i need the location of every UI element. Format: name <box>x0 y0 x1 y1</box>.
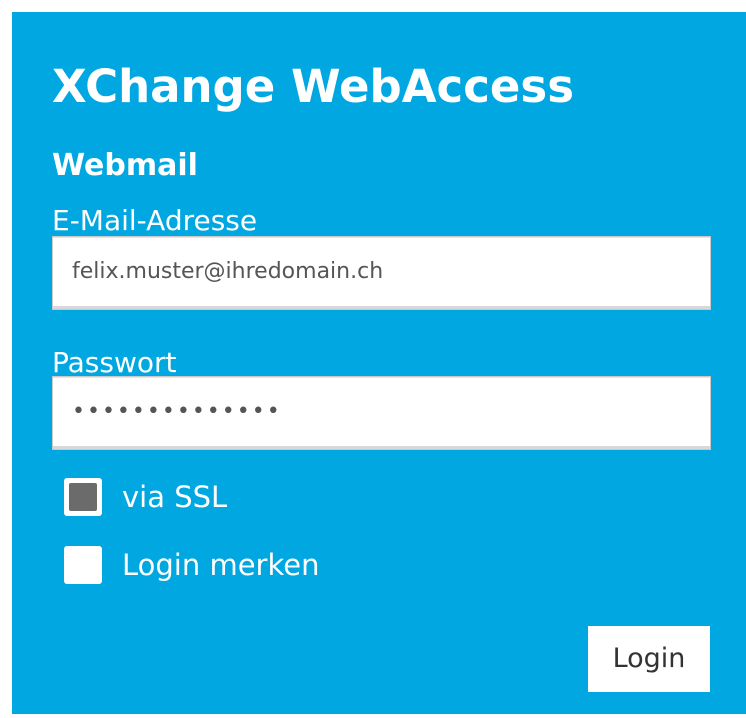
login-button[interactable]: Login <box>588 626 710 692</box>
email-label: E-Mail-Adresse <box>52 204 258 237</box>
remember-label: Login merken <box>122 548 320 582</box>
password-input[interactable]: •••••••••••••• <box>52 376 711 450</box>
ssl-label: via SSL <box>122 480 228 514</box>
password-label: Passwort <box>52 346 177 379</box>
email-value: felix.muster@ihredomain.ch <box>72 259 384 284</box>
email-input[interactable]: felix.muster@ihredomain.ch <box>52 236 711 310</box>
remember-checkbox[interactable] <box>64 546 102 584</box>
login-panel: XChange WebAccess Webmail E-Mail-Adresse… <box>12 12 746 714</box>
app-title: XChange WebAccess <box>52 60 574 113</box>
password-value: •••••••••••••• <box>72 399 282 424</box>
section-subtitle: Webmail <box>52 148 198 183</box>
ssl-checkbox-mark <box>69 483 97 511</box>
ssl-checkbox[interactable] <box>64 478 102 516</box>
